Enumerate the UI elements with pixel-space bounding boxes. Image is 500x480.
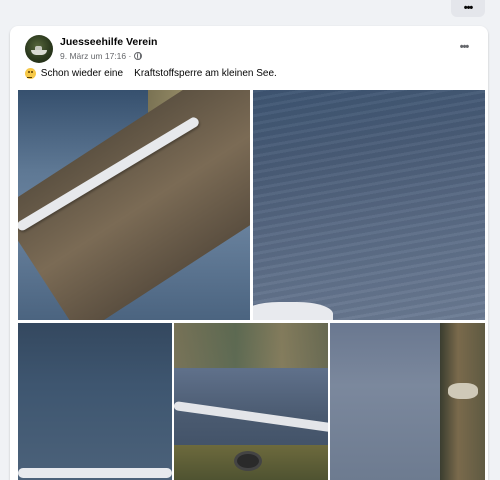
photo-2[interactable]: [253, 90, 485, 320]
post-meta: 9. März um 17:16 ·: [60, 51, 143, 61]
post-date[interactable]: 9. März um 17:16 ·: [60, 51, 131, 61]
photo-1[interactable]: [18, 90, 250, 320]
photo-4-tire: [234, 451, 262, 471]
globe-icon: [134, 52, 143, 60]
photo-3-oil-barrier: [18, 468, 172, 478]
photo-4[interactable]: [174, 323, 328, 480]
avatar[interactable]: [25, 35, 53, 63]
photo-2-barrier-edge: [253, 302, 333, 320]
top-bar: •••: [0, 0, 500, 22]
photo-2-ripples: [253, 90, 485, 320]
photo-4-oil-barrier: [174, 401, 328, 433]
top-more-button[interactable]: •••: [451, 0, 485, 17]
author-name[interactable]: Juesseehilfe Verein: [60, 36, 157, 48]
photo-3[interactable]: [18, 323, 172, 480]
post-text-body: Schon wieder eine Kraftstoffsperre am kl…: [38, 68, 277, 79]
post-options-button[interactable]: •••: [454, 40, 474, 54]
post-card: Juesseehilfe Verein 9. März um 17:16 · •…: [10, 26, 488, 480]
photo-5[interactable]: [330, 323, 485, 480]
photo-4-tree-reflection: [174, 323, 328, 368]
avatar-boat-icon: [31, 50, 47, 55]
photo-5-bank: [440, 323, 485, 480]
more-dots-icon: •••: [463, 2, 474, 14]
post-text: Schon wieder eine Kraftstoffsperre am kl…: [25, 68, 277, 79]
more-dots-icon: •••: [459, 40, 470, 53]
photo-5-rock: [448, 383, 478, 399]
thinking-face-emoji-icon: [25, 68, 36, 79]
